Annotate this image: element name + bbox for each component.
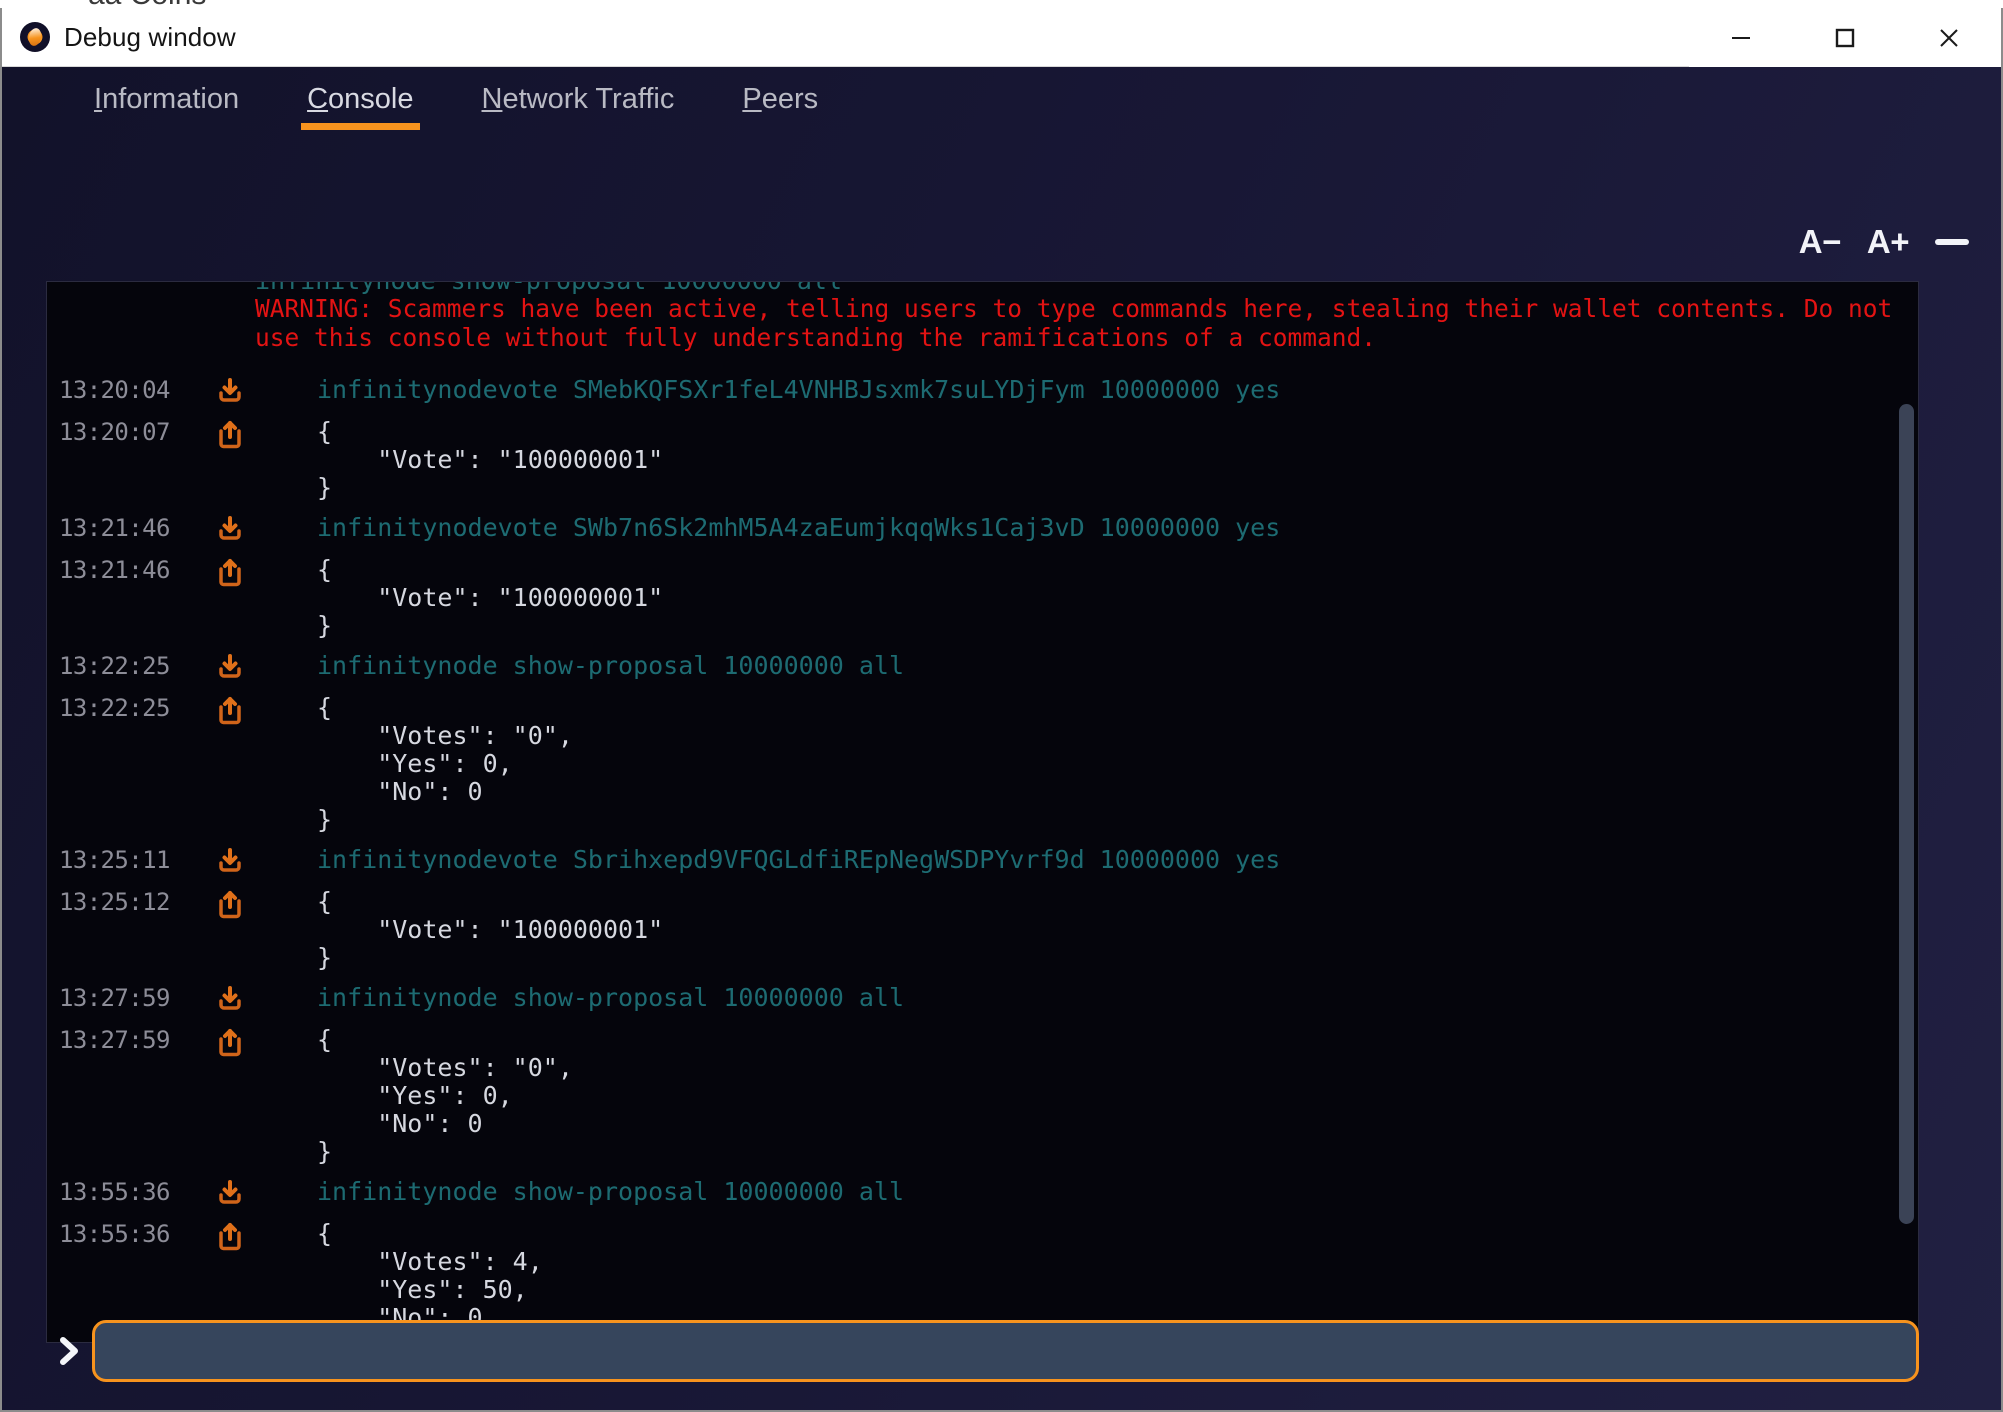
- tab-information-label: nformation: [102, 83, 240, 115]
- console-entry: 13:27:59 { "Votes": "0", "Yes": 0, "No": …: [47, 1026, 1918, 1166]
- title-bar: Debug window: [2, 8, 2001, 67]
- console-entry-timestamp: 13:27:59: [59, 1026, 170, 1054]
- download-arrow-icon: [217, 514, 271, 542]
- minimize-icon: [1732, 36, 1750, 39]
- maximize-icon: [1835, 28, 1855, 47]
- console-entry-text: { "Vote": "100000001" }: [317, 887, 664, 972]
- upload-arrow-icon: [217, 694, 271, 726]
- tab-information-accel: I: [94, 83, 103, 115]
- tab-console[interactable]: Console: [273, 67, 447, 130]
- increase-font-size-button[interactable]: A+: [1867, 225, 1910, 258]
- console-entry-timestamp: 13:20:07: [59, 418, 170, 446]
- console-entry: 13:20:07 { "Vote": "100000001" }: [47, 418, 1918, 502]
- window-body: Information Console Network Traffic Peer…: [2, 67, 2001, 1410]
- clear-console-icon[interactable]: [1935, 238, 1969, 245]
- tab-network-traffic-label: etwork Traffic: [502, 83, 675, 115]
- console-scam-warning: WARNING: Scammers have been active, tell…: [255, 294, 1908, 352]
- console-entry-timestamp: 13:55:36: [59, 1178, 170, 1206]
- tab-network-traffic[interactable]: Network Traffic: [448, 67, 709, 116]
- console-entry: 13:21:46 { "Vote": "100000001" }: [47, 556, 1918, 640]
- console-entry-timestamp: 13:27:59: [59, 984, 170, 1012]
- console-entry: 13:25:11 infinitynodevote Sbrihxepd9VFQGL…: [47, 845, 1918, 875]
- console-entry-timestamp: 13:25:11: [59, 846, 170, 874]
- console-clipped-line-text: infinitynode show-proposal 10000000 all: [255, 282, 842, 295]
- console-entry: 13:21:46 infinitynodevote SWb7n6Sk2mhM5A4…: [47, 513, 1918, 543]
- tab-console-underline: [301, 123, 420, 130]
- upload-arrow-icon: [217, 1220, 271, 1252]
- close-icon: [1940, 28, 1958, 47]
- app-logo-icon: [20, 22, 50, 52]
- command-input-row: [46, 1318, 1919, 1384]
- console-entry-timestamp: 13:25:12: [59, 888, 170, 916]
- console-entry-text: infinitynodevote Sbrihxepd9VFQGLdfiREpNe…: [317, 845, 1281, 874]
- tab-console-label: onsole: [328, 83, 414, 115]
- console-output-panel[interactable]: infinitynode show-proposal 10000000 all …: [46, 281, 1919, 1343]
- prompt-chevron-icon[interactable]: [46, 1334, 92, 1368]
- console-entry-timestamp: 13:22:25: [59, 652, 170, 680]
- console-log-list: 13:20:04 infinitynodevote SMebKQFSXr1feL4…: [47, 364, 1918, 1343]
- maximize-button[interactable]: [1793, 8, 1897, 67]
- console-entry: 13:55:36 infinitynode show-proposal 10000…: [47, 1177, 1918, 1207]
- download-arrow-icon: [217, 984, 271, 1012]
- minimize-button[interactable]: [1689, 8, 1793, 67]
- console-scrollbar-thumb[interactable]: [1899, 404, 1914, 1224]
- console-entry-text: infinitynodevote SWb7n6Sk2mhM5A4zaEumjkq…: [317, 513, 1281, 542]
- window-controls: [1689, 8, 2001, 67]
- decrease-font-size-button[interactable]: A−: [1799, 225, 1842, 258]
- tab-network-traffic-accel: N: [481, 83, 503, 115]
- console-entry-text: { "Vote": "100000001" }: [317, 417, 664, 502]
- console-entry-text: infinitynode show-proposal 10000000 all: [317, 1177, 904, 1206]
- console-entry-text: infinitynode show-proposal 10000000 all: [317, 651, 904, 680]
- tab-peers[interactable]: Peers: [708, 67, 852, 116]
- window-title: Debug window: [64, 21, 236, 52]
- download-arrow-icon: [217, 1178, 271, 1206]
- upload-arrow-icon: [217, 1026, 271, 1058]
- console-entry-timestamp: 13:21:46: [59, 514, 170, 542]
- console-entry-timestamp: 13:20:04: [59, 376, 170, 404]
- console-entry: 13:22:25 infinitynode show-proposal 10000…: [47, 651, 1918, 681]
- close-button[interactable]: [1897, 8, 2001, 67]
- tab-peers-label: eers: [761, 83, 819, 115]
- command-input[interactable]: [92, 1320, 1919, 1382]
- console-entry-timestamp: 13:22:25: [59, 694, 170, 722]
- upload-arrow-icon: [217, 888, 271, 920]
- console-entry-text: { "Votes": "0", "Yes": 0, "No": 0 }: [317, 1025, 573, 1166]
- title-bar-left: Debug window: [2, 22, 236, 53]
- tab-information[interactable]: Information: [60, 67, 273, 116]
- upload-arrow-icon: [217, 418, 271, 450]
- console-entry-text: { "Vote": "100000001" }: [317, 555, 664, 640]
- tab-bar: Information Console Network Traffic Peer…: [2, 67, 2001, 139]
- tab-console-accel: C: [307, 83, 329, 115]
- console-entry-text: { "Votes": "0", "Yes": 0, "No": 0 }: [317, 693, 573, 834]
- download-arrow-icon: [217, 652, 271, 680]
- download-arrow-icon: [217, 376, 271, 404]
- console-entry: 13:20:04 infinitynodevote SMebKQFSXr1feL4…: [47, 375, 1918, 405]
- console-entry-timestamp: 13:21:46: [59, 556, 170, 584]
- tab-peers-accel: P: [742, 83, 762, 115]
- console-entry: 13:27:59 infinitynode show-proposal 10000…: [47, 983, 1918, 1013]
- console-entry: 13:25:12 { "Vote": "100000001" }: [47, 888, 1918, 972]
- console-entry-text: infinitynodevote SMebKQFSXr1feL4VNHBJsxm…: [317, 375, 1281, 404]
- console-entry-timestamp: 13:55:36: [59, 1220, 170, 1248]
- upload-arrow-icon: [217, 556, 271, 588]
- debug-window: Debug window Information Console Network…: [0, 8, 2003, 1412]
- font-size-toolbar: A− A+: [1799, 225, 1969, 258]
- console-inner: infinitynode show-proposal 10000000 all …: [47, 282, 1918, 1342]
- console-entry-text: infinitynode show-proposal 10000000 all: [317, 983, 904, 1012]
- download-arrow-icon: [217, 846, 271, 874]
- console-entry: 13:22:25 { "Votes": "0", "Yes": 0, "No": …: [47, 694, 1918, 834]
- console-scrollbar[interactable]: [1896, 284, 1916, 1340]
